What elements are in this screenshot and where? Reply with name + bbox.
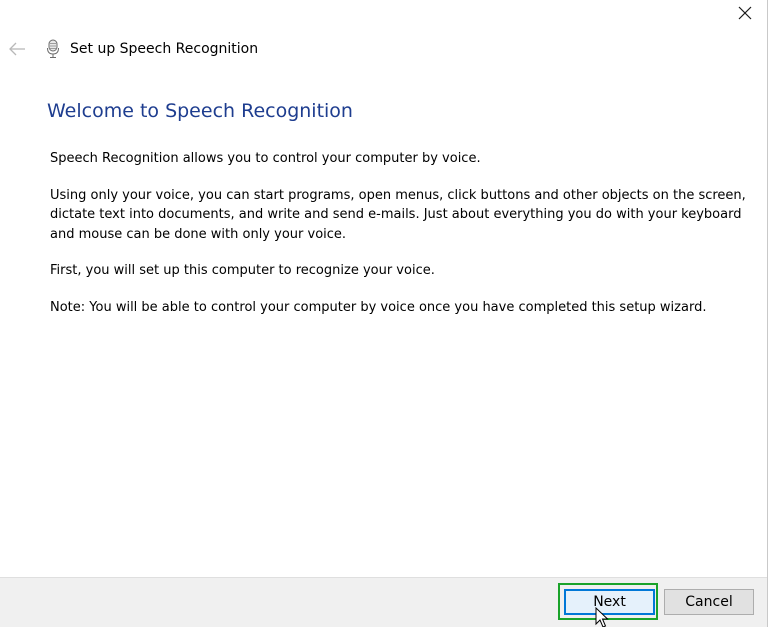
back-button[interactable]	[6, 38, 28, 60]
back-arrow-icon	[9, 42, 25, 56]
note-paragraph: Note: You will be able to control your c…	[50, 299, 707, 315]
microphone-icon	[47, 39, 59, 58]
speech-recognition-wizard-window: Set up Speech Recognition Welcome to Spe…	[0, 0, 768, 627]
description-paragraph: Using only your voice, you can start pro…	[50, 187, 746, 242]
next-button[interactable]: Next	[564, 589, 655, 615]
setup-paragraph: First, you will set up this computer to …	[50, 263, 435, 278]
close-button[interactable]	[728, 0, 762, 26]
window-title: Set up Speech Recognition	[70, 41, 259, 57]
wizard-header: Set up Speech Recognition	[0, 36, 700, 64]
close-icon	[738, 6, 752, 20]
page-heading: Welcome to Speech Recognition	[47, 100, 353, 122]
intro-paragraph: Speech Recognition allows you to control…	[50, 151, 481, 166]
cancel-button[interactable]: Cancel	[664, 589, 754, 615]
mouse-cursor-icon	[595, 607, 609, 627]
wizard-content: Speech Recognition allows you to control…	[50, 149, 750, 334]
